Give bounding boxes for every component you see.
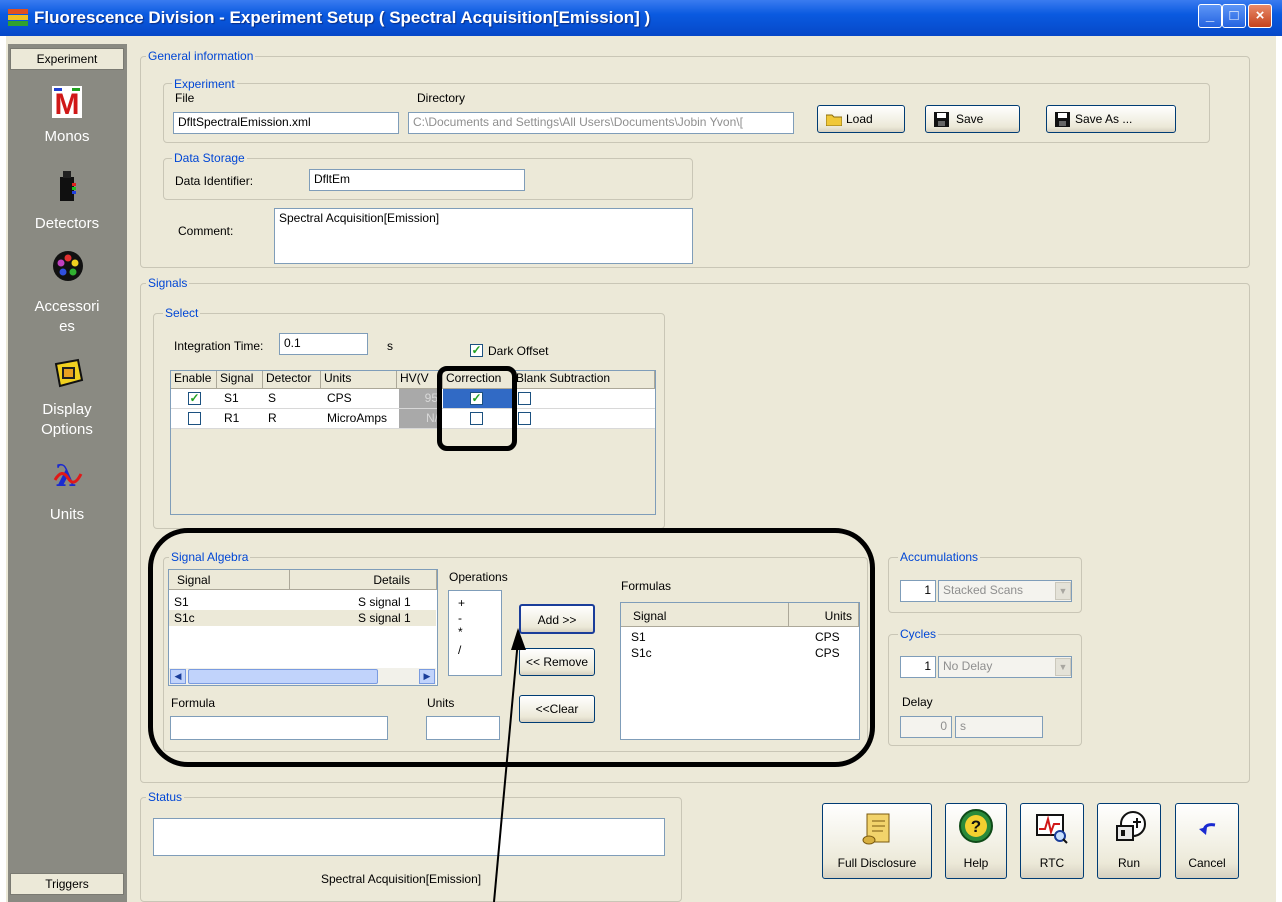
save-button[interactable]: Save — [925, 105, 1020, 133]
comment-field[interactable]: Spectral Acquisition[Emission] — [274, 208, 693, 264]
column-header-detector[interactable]: Detector — [263, 371, 321, 389]
run-button[interactable]: Run — [1097, 803, 1161, 879]
integration-unit: s — [387, 339, 393, 353]
signal-cell: R1 — [224, 411, 240, 425]
folder-icon — [826, 114, 842, 126]
comment-label: Comment: — [178, 224, 234, 238]
dark-offset-label: Dark Offset — [488, 344, 549, 358]
enable-checkbox-s1[interactable]: ✓ — [188, 392, 201, 405]
data-identifier-label: Data Identifier: — [175, 174, 254, 188]
delay-label: Delay — [902, 695, 933, 709]
select-title: Select — [163, 306, 201, 320]
window-title: Fluorescence Division - Experiment Setup… — [34, 8, 651, 27]
cycles-title: Cycles — [898, 627, 939, 641]
delay-value[interactable]: 0 — [900, 716, 952, 738]
blank-subtraction-checkbox-r1[interactable] — [518, 412, 531, 425]
status-field — [153, 818, 665, 856]
help-icon: ? — [959, 809, 993, 843]
accumulations-count[interactable]: 1 — [900, 580, 936, 602]
integration-time-field[interactable]: 0.1 — [279, 333, 368, 355]
save-as-button[interactable]: Save As ... — [1046, 105, 1176, 133]
column-header-units[interactable]: Units — [321, 371, 397, 389]
full-disclosure-button[interactable]: Full Disclosure — [822, 803, 932, 879]
hv-cell: 95 — [399, 389, 441, 408]
run-instrument-icon — [1116, 811, 1146, 841]
maximize-button[interactable]: □ — [1222, 4, 1246, 28]
signals-title: Signals — [146, 276, 190, 290]
close-button[interactable]: × — [1248, 4, 1272, 28]
units-cell: MicroAmps — [327, 411, 388, 425]
detectors-icon[interactable] — [52, 171, 82, 203]
file-label: File — [175, 91, 195, 105]
accumulations-mode-select[interactable]: Stacked Scans — [938, 580, 1072, 602]
load-button[interactable]: Load — [817, 105, 905, 133]
chevron-down-icon[interactable]: ▼ — [1055, 582, 1071, 600]
annotation-highlight-correction — [437, 366, 517, 451]
units-cell: CPS — [327, 391, 352, 405]
dark-offset-checkbox[interactable]: ✓ — [470, 344, 483, 357]
blank-subtraction-checkbox-s1[interactable] — [518, 392, 531, 405]
sidebar-tab-triggers[interactable]: Triggers — [10, 873, 124, 895]
data-identifier-field[interactable]: DfltEm — [309, 169, 525, 191]
monos-icon[interactable]: M — [52, 86, 82, 121]
sidebar-tab-experiment[interactable]: Experiment — [10, 48, 124, 70]
directory-label: Directory — [417, 91, 466, 105]
cycles-count[interactable]: 1 — [900, 656, 936, 678]
sidebar-item-display-options[interactable]: Display Options — [10, 400, 124, 440]
delay-unit[interactable]: s — [955, 716, 1043, 738]
column-header-signal[interactable]: Signal — [217, 371, 263, 389]
undo-icon — [1199, 823, 1216, 835]
chart-monitor-icon — [1036, 814, 1068, 844]
directory-field[interactable]: C:\Documents and Settings\All Users\Docu… — [408, 112, 794, 134]
cycles-mode-select[interactable]: No Delay — [938, 656, 1072, 678]
sidebar-item-detectors[interactable]: Detectors — [10, 214, 124, 234]
sidebar-item-units[interactable]: Units — [10, 505, 124, 525]
column-header-enable[interactable]: Enable — [171, 371, 217, 389]
display-options-icon[interactable] — [52, 358, 84, 390]
accessories-icon[interactable] — [52, 250, 83, 282]
minimize-button[interactable]: _ — [1198, 4, 1222, 28]
chevron-down-icon[interactable]: ▼ — [1055, 658, 1071, 676]
general-information-title: General information — [146, 49, 256, 63]
hv-cell: N/ — [399, 409, 441, 428]
cancel-button[interactable]: Cancel — [1175, 803, 1239, 879]
enable-checkbox-r1[interactable] — [188, 412, 201, 425]
app-icon — [8, 9, 28, 26]
scroll-document-icon — [862, 813, 890, 845]
floppy-disk-icon — [1055, 112, 1070, 127]
rtc-button[interactable]: RTC — [1020, 803, 1084, 879]
signal-cell: S1 — [224, 391, 239, 405]
title-bar: Fluorescence Division - Experiment Setup… — [0, 0, 1282, 36]
floppy-disk-icon — [934, 112, 949, 127]
svg-text:M: M — [55, 88, 80, 118]
sidebar-item-accessories[interactable]: Accessori es — [10, 297, 124, 337]
detector-cell: S — [268, 391, 277, 405]
svg-text:?: ? — [971, 817, 981, 836]
integration-time-label: Integration Time: — [174, 339, 264, 353]
column-header-blank-subtraction[interactable]: Blank Subtraction — [513, 371, 655, 389]
experiment-title: Experiment — [172, 77, 237, 91]
help-button[interactable]: ? Help — [945, 803, 1007, 879]
sidebar-item-monos[interactable]: Monos — [10, 127, 124, 147]
data-storage-title: Data Storage — [172, 151, 247, 165]
accumulations-title: Accumulations — [898, 550, 981, 564]
units-icon[interactable]: λ — [52, 458, 83, 494]
status-caption: Spectral Acquisition[Emission] — [321, 872, 482, 886]
file-field[interactable]: DfltSpectralEmission.xml — [173, 112, 399, 134]
annotation-arrow — [493, 628, 526, 902]
detector-cell: R — [268, 411, 277, 425]
status-title: Status — [146, 790, 185, 804]
